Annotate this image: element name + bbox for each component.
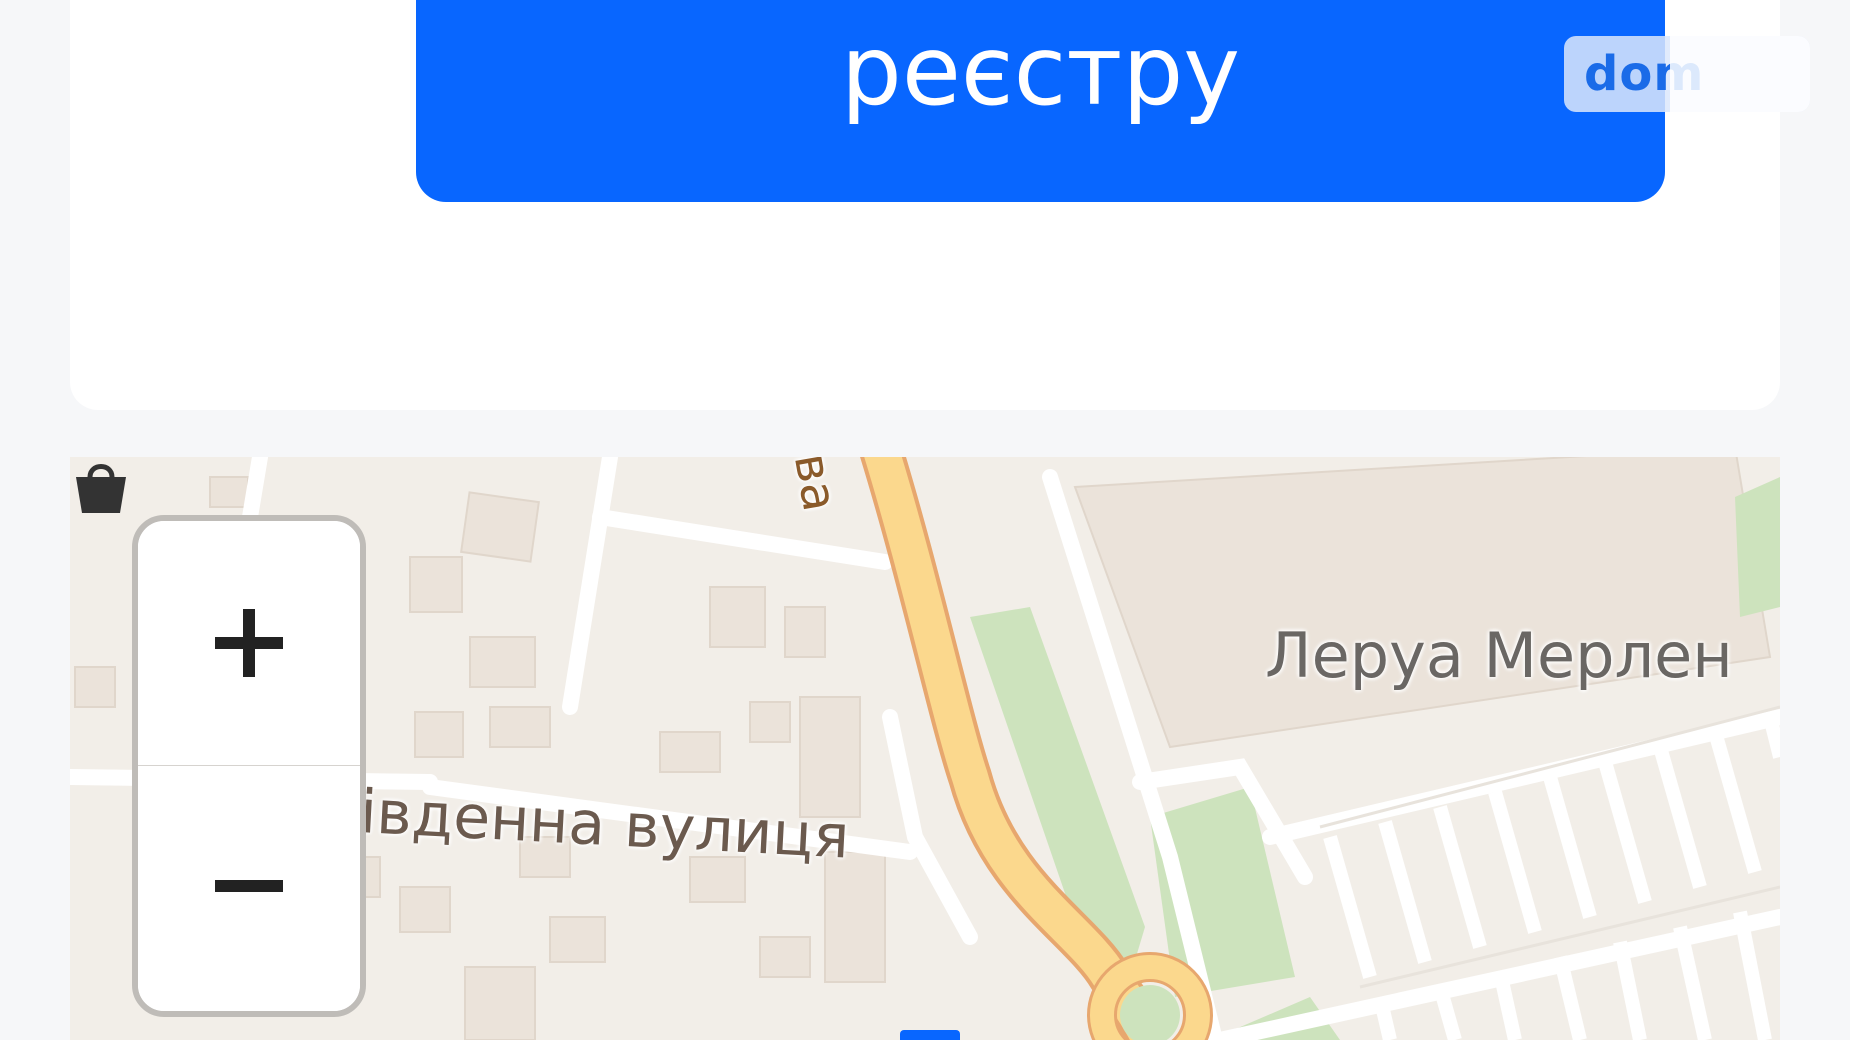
- store-building: [1073, 457, 1772, 749]
- zoom-control: [132, 515, 366, 1017]
- store-name-label: Леруа Мерлен: [1265, 619, 1733, 692]
- registry-button-label: реєстру: [840, 15, 1241, 127]
- shopping-bag-icon: [76, 464, 126, 513]
- dom-watermark-badge: dom: [1564, 36, 1810, 112]
- badge-fade-overlay: [1670, 36, 1810, 112]
- zoom-out-button[interactable]: [138, 766, 360, 1011]
- map-view[interactable]: ва івденна вулиця Леруа Мерлен: [70, 457, 1780, 1040]
- plus-icon: [215, 609, 283, 677]
- zoom-in-button[interactable]: [138, 521, 360, 766]
- registry-button[interactable]: реєстру: [416, 0, 1665, 202]
- minus-icon: [215, 880, 283, 892]
- map-marker-partial: [900, 1030, 960, 1040]
- road-name-label: ва: [782, 457, 849, 516]
